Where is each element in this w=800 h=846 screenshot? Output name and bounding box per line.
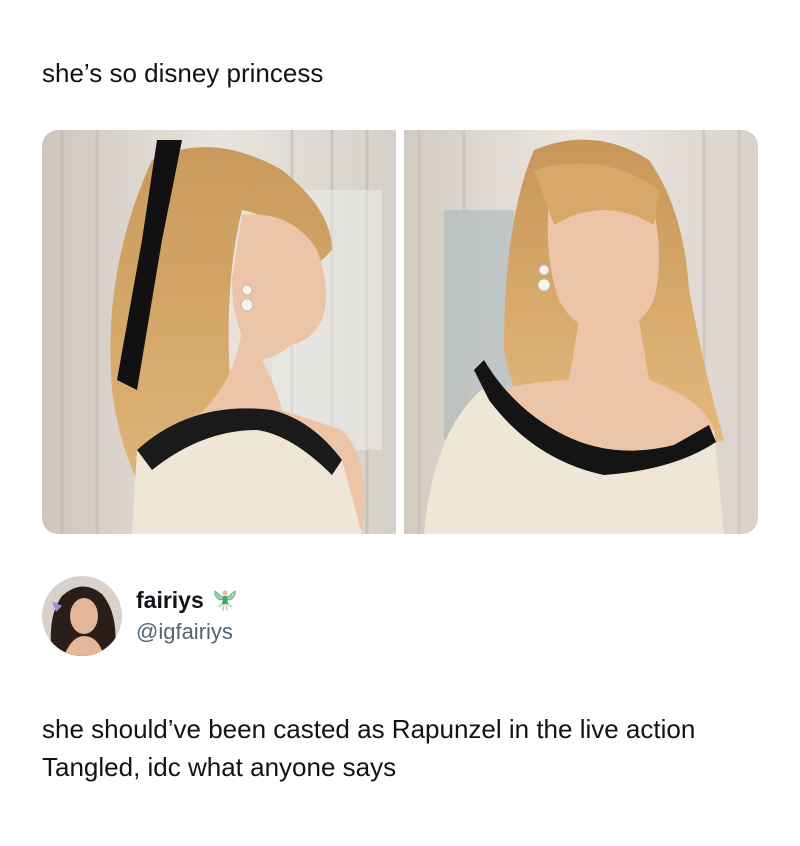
post-media[interactable] — [42, 130, 758, 534]
author-names: fairiys @igfairiys — [136, 585, 238, 647]
display-name[interactable]: fairiys — [136, 585, 204, 615]
post-author[interactable]: fairiys @igfairiys — [42, 576, 238, 656]
caption-text: she’s so disney princess — [42, 58, 324, 88]
photo-left-image — [42, 130, 396, 534]
avatar-image — [42, 576, 122, 656]
display-name-row: fairiys — [136, 585, 238, 615]
photo-left[interactable] — [42, 130, 396, 534]
avatar[interactable] — [42, 576, 122, 656]
photo-right-image — [404, 130, 758, 534]
photo-right[interactable] — [404, 130, 758, 534]
fairy-icon — [212, 587, 238, 613]
handle[interactable]: @igfairiys — [136, 617, 238, 647]
post-text: she should’ve been casted as Rapunzel in… — [42, 714, 696, 782]
